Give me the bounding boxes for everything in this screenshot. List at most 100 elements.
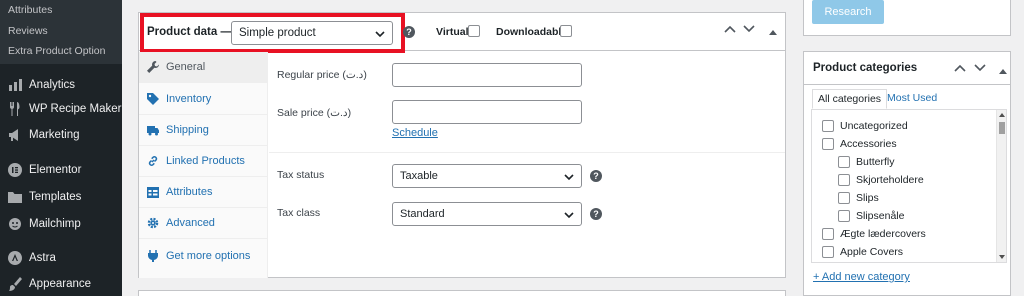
collapse-toggle-icon[interactable] [999,65,1007,77]
menu-wp-recipe-maker[interactable]: WP Recipe Maker [0,97,122,121]
tab-general[interactable]: General [139,52,268,83]
category-item[interactable]: Apple Covers [822,246,903,258]
menu-marketing[interactable]: Marketing [0,123,122,147]
product-data-header: Product data — Simple product ? Virtual:… [139,13,785,53]
category-checkbox[interactable] [838,192,850,204]
elementor-icon [7,162,23,178]
category-checkbox[interactable] [838,210,850,222]
product-data-panel: Product data — Simple product ? Virtual:… [138,12,786,278]
plugin-icon [147,249,159,262]
move-up-icon[interactable] [724,24,736,36]
menu-analytics[interactable]: Analytics [0,73,122,97]
tab-get-more-options[interactable]: Get more options [139,240,268,271]
menu-label: Marketing [29,129,80,141]
tab-most-used[interactable]: Most Used [882,89,942,109]
regular-price-label: Regular price (د.ت) [277,69,367,81]
collapse-toggle-icon[interactable] [769,26,777,38]
category-label: Accessories [840,138,897,150]
tab-shipping[interactable]: Shipping [139,115,268,146]
tab-label: Advanced [166,217,215,229]
category-label: Butterfly [856,156,895,168]
category-label: Slipsenåle [856,210,905,222]
move-down-icon[interactable] [974,63,986,75]
category-item[interactable]: Uncategorized [822,120,908,132]
menu-templates[interactable]: Templates [0,185,122,209]
brush-icon [7,276,23,292]
tax-class-select[interactable]: Standard [392,202,582,226]
product-data-tabs: General Inventory Shipping Linked Produc… [139,52,268,278]
category-label: Apple Covers [840,246,904,258]
submenu-attributes[interactable]: Attributes [8,4,52,16]
help-icon[interactable]: ? [403,26,415,38]
tab-label: Inventory [166,93,212,105]
research-button[interactable]: Research [812,0,884,24]
category-checkbox[interactable] [822,246,834,258]
category-item[interactable]: Ægte lædercovers [822,228,926,240]
tax-class-value: Standard [400,208,445,220]
downloadable-checkbox[interactable] [560,25,572,37]
chevron-down-icon [564,210,574,222]
highlight-box [140,13,405,53]
submenu-extra-product-option[interactable]: Extra Product Option [8,45,105,57]
help-icon[interactable]: ? [590,170,602,182]
product-categories-title: Product categories [813,62,918,74]
menu-astra[interactable]: Astra [0,246,122,270]
next-metabox [138,290,786,296]
category-item[interactable]: Accessories [822,138,897,150]
product-categories-box: Product categories All categories Most U… [803,51,1011,296]
add-new-category-link[interactable]: + Add new category [813,271,910,283]
scroll-down-arrow-icon[interactable] [999,255,1005,260]
category-item[interactable]: Slips [838,192,879,204]
mailchimp-icon [7,216,23,232]
tab-label: General [166,61,206,73]
schedule-link[interactable]: Schedule [392,127,438,139]
scrollbar-thumb[interactable] [999,122,1005,134]
category-checkbox[interactable] [822,228,834,240]
category-checkbox[interactable] [822,138,834,150]
table-icon [147,186,159,198]
move-down-icon[interactable] [743,24,755,36]
category-label: Skjorteholdere [856,174,924,186]
category-checkbox[interactable] [838,174,850,186]
move-up-icon[interactable] [954,63,966,75]
tax-status-label: Tax status [277,169,325,181]
tab-attributes[interactable]: Attributes [139,177,268,208]
menu-elementor[interactable]: Elementor [0,158,122,182]
tab-label: Attributes [166,186,213,198]
category-checkbox[interactable] [822,120,834,132]
regular-price-input[interactable] [392,63,582,87]
menu-appearance[interactable]: Appearance [0,272,122,296]
category-item[interactable]: Skjorteholdere [838,174,924,186]
category-item[interactable]: Butterfly [838,156,895,168]
menu-mailchimp[interactable]: Mailchimp [0,212,122,236]
scrollbar[interactable] [996,110,1006,262]
gear-icon [147,217,159,229]
tab-all-categories[interactable]: All categories [812,89,888,109]
products-submenu: Attributes Reviews Extra Product Option [0,0,122,64]
link-icon [147,155,159,167]
folder-icon [7,189,23,205]
tab-inventory[interactable]: Inventory [139,84,268,115]
tax-status-select[interactable]: Taxable [392,164,582,188]
help-icon[interactable]: ? [590,208,602,220]
category-label: Ægte lædercovers [840,228,926,240]
tax-class-label: Tax class [277,207,321,219]
tag-icon [147,93,159,105]
header-divider [804,84,1010,85]
tab-advanced[interactable]: Advanced [139,208,268,239]
sale-price-input[interactable] [392,100,582,124]
menu-label: Elementor [29,164,82,176]
fields-divider [269,152,785,153]
tax-status-value: Taxable [400,170,438,182]
category-label: Uncategorized [840,120,908,132]
category-checklist: Uncategorized Accessories Butterfly Skjo… [811,109,1007,263]
category-item[interactable]: Slipsenåle [838,210,904,222]
submenu-reviews[interactable]: Reviews [8,25,48,37]
astra-icon [7,250,23,266]
tab-linked-products[interactable]: Linked Products [139,146,268,177]
scroll-up-arrow-icon[interactable] [999,112,1005,117]
virtual-checkbox[interactable] [468,25,480,37]
category-checkbox[interactable] [838,156,850,168]
tab-label: Shipping [166,124,209,136]
virtual-label: Virtual: [436,26,472,38]
